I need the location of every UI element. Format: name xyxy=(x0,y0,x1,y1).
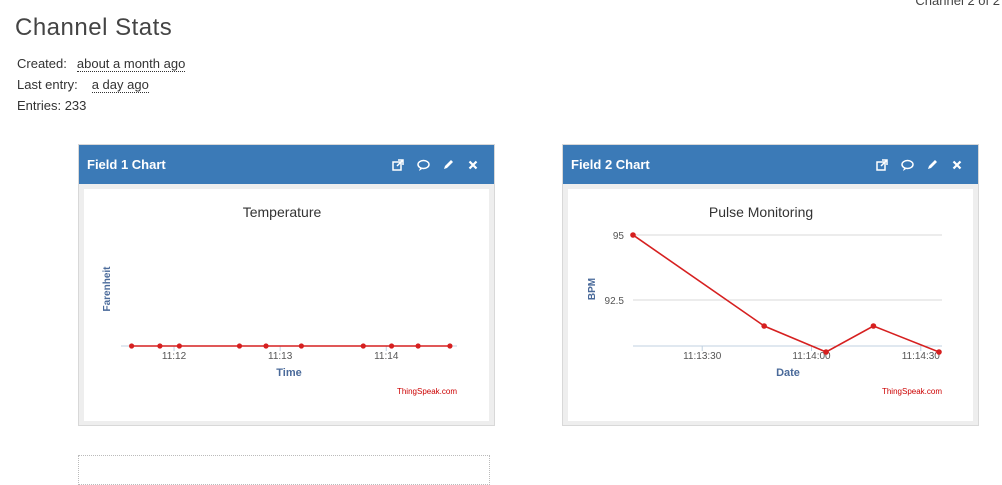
entries-value: 233 xyxy=(64,98,87,113)
x-tick-label: 11:13:30 xyxy=(683,351,722,362)
field-2-chart-widget: Field 2 Chart Pulse Monitoring BPM Date … xyxy=(562,144,979,426)
close-icon[interactable] xyxy=(466,158,480,172)
open-external-icon[interactable] xyxy=(391,158,405,172)
data-point[interactable] xyxy=(157,343,163,349)
data-point[interactable] xyxy=(447,343,453,349)
channel-counter: Channel 2 of 2 xyxy=(915,0,1000,8)
data-point[interactable] xyxy=(176,343,182,349)
created-row: Created: about a month ago xyxy=(17,53,186,74)
data-point[interactable] xyxy=(630,232,636,238)
data-point[interactable] xyxy=(388,343,395,349)
empty-widget-placeholder xyxy=(78,455,490,485)
chart-title: Pulse Monitoring xyxy=(709,204,813,220)
y-tick-label: 95 xyxy=(613,231,625,242)
y-tick-label: 92.5 xyxy=(605,296,625,307)
last-entry-label: Last entry: xyxy=(17,77,78,92)
x-axis-label: Date xyxy=(776,367,800,379)
open-external-icon[interactable] xyxy=(875,158,889,172)
data-point[interactable] xyxy=(298,343,304,349)
widget-tools xyxy=(875,158,964,172)
x-tick-label: 11:14 xyxy=(374,351,399,362)
y-axis-label: Farenheit xyxy=(102,266,113,312)
comment-icon[interactable] xyxy=(900,158,914,172)
data-point[interactable] xyxy=(415,343,421,349)
credit-link[interactable]: ThingSpeak.com xyxy=(882,387,942,396)
created-label: Created: xyxy=(17,56,67,71)
widget-title: Field 2 Chart xyxy=(571,157,650,172)
data-point[interactable] xyxy=(936,349,942,355)
data-point[interactable] xyxy=(263,343,269,349)
widget-tools xyxy=(391,158,480,172)
entries-label: Entries: xyxy=(17,98,62,113)
comment-icon[interactable] xyxy=(416,158,430,172)
data-point[interactable] xyxy=(360,343,366,349)
field-1-chart-widget: Field 1 Chart Temperature Farenheit Time… xyxy=(78,144,495,426)
edit-icon[interactable] xyxy=(441,158,455,172)
x-tick-label: 11:14:30 xyxy=(902,351,941,362)
chart-area: Pulse Monitoring BPM Date 95 92.5 11:13:3… xyxy=(568,189,973,421)
pulse-monitoring-chart: Pulse Monitoring BPM Date 95 92.5 11:13:3… xyxy=(587,204,942,396)
x-axis-label: Time xyxy=(276,367,301,379)
last-entry-value: a day ago xyxy=(91,77,149,93)
temperature-chart: Temperature Farenheit Time 11:12 11:13 11:… xyxy=(102,204,457,396)
created-value: about a month ago xyxy=(76,56,186,72)
last-entry-row: Last entry: a day ago xyxy=(17,74,185,95)
data-point[interactable] xyxy=(761,323,767,329)
widget-header: Field 1 Chart xyxy=(79,145,494,184)
x-tick-label: 11:13 xyxy=(268,351,293,362)
x-tick-label: 11:12 xyxy=(162,351,187,362)
y-axis-label: BPM xyxy=(587,278,598,300)
close-icon[interactable] xyxy=(950,158,964,172)
data-point[interactable] xyxy=(129,343,135,349)
chart-area: Temperature Farenheit Time 11:12 11:13 11:… xyxy=(84,189,489,421)
data-point[interactable] xyxy=(870,323,877,329)
page-title: Channel Stats xyxy=(15,14,173,41)
credit-link[interactable]: ThingSpeak.com xyxy=(397,387,457,396)
widget-header: Field 2 Chart xyxy=(563,145,978,184)
data-point[interactable] xyxy=(823,349,829,355)
chart-title: Temperature xyxy=(243,204,322,220)
series-line xyxy=(632,234,940,353)
widget-title: Field 1 Chart xyxy=(87,157,166,172)
entries-row: Entries: 233 xyxy=(17,95,185,116)
data-point[interactable] xyxy=(236,343,243,349)
edit-icon[interactable] xyxy=(925,158,939,172)
channel-stats: Created: about a month ago Last entry: a d… xyxy=(17,53,186,116)
